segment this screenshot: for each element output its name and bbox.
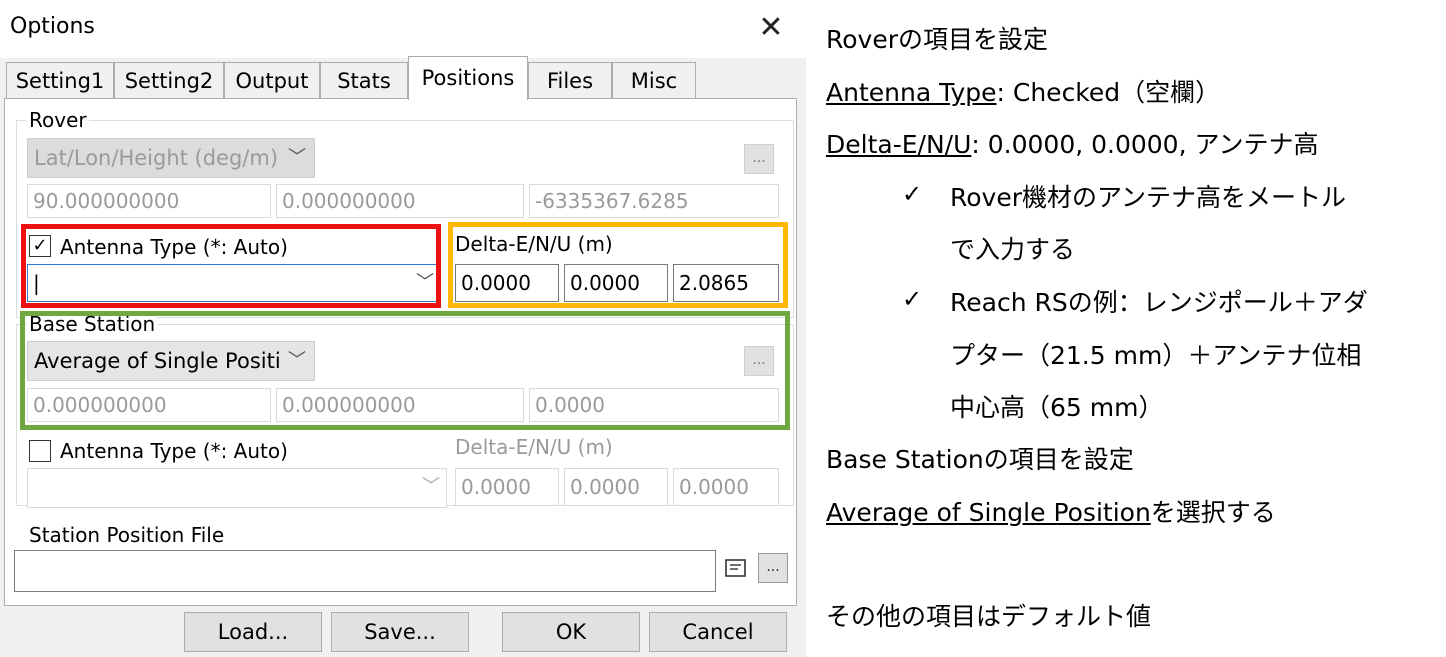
tab-stats[interactable]: Stats — [320, 62, 408, 98]
note-average-value: を選択する — [1150, 498, 1276, 527]
note-bullet1-line2: で入力する — [950, 235, 1076, 264]
note-rover: Roverの項目を設定 — [826, 25, 1048, 54]
ok-button[interactable]: OK — [502, 612, 640, 652]
rover-format-select[interactable]: Lat/Lon/Height (deg/m) ﹀ — [27, 138, 315, 178]
tab-positions[interactable]: Positions — [408, 56, 528, 100]
base-station-highlight — [20, 311, 790, 430]
rover-lon-field[interactable]: 0.000000000 — [276, 184, 524, 218]
note-average-term: Average of Single Position — [826, 498, 1151, 527]
note-bullet1-line1: Rover機材のアンテナ高をメートル — [950, 183, 1346, 212]
note-antenna-type: Antenna Type: Checked（空欄） — [826, 73, 1220, 109]
note-bullet2-line2: プター（21.5 mm）＋アンテナ位相 — [950, 341, 1362, 370]
station-file-label: Station Position File — [29, 523, 225, 547]
rover-antenna-highlight — [21, 224, 441, 308]
tab-files[interactable]: Files — [528, 62, 612, 98]
tab-misc[interactable]: Misc — [612, 62, 696, 98]
note-delta-term: Delta-E/N/U — [826, 130, 972, 159]
station-file-input[interactable] — [14, 550, 716, 592]
close-icon[interactable]: ✕ — [750, 8, 792, 48]
check-icon: ✓ — [902, 285, 923, 313]
load-button[interactable]: Load... — [184, 612, 322, 652]
note-bullet2-line1: Reach RSの例：レンジポール＋アダ — [950, 288, 1368, 317]
note-bullet2-line3: 中心高（65 mm） — [950, 393, 1164, 422]
chevron-down-icon: ﹀ — [288, 147, 306, 168]
note-antenna-type-value: : Checked（空欄） — [996, 78, 1221, 107]
rover-delta-highlight — [448, 222, 788, 308]
note-average: Average of Single Positionを選択する — [826, 493, 1276, 529]
note-delta: Delta-E/N/U: 0.0000, 0.0000, アンテナ高 — [826, 125, 1318, 161]
rover-position-browse-button[interactable]: ... — [744, 144, 774, 174]
note-antenna-type-term: Antenna Type — [826, 78, 997, 107]
cancel-button[interactable]: Cancel — [649, 612, 787, 652]
rover-lat-field[interactable]: 90.000000000 — [27, 184, 271, 218]
check-icon: ✓ — [902, 180, 923, 208]
view-file-icon[interactable] — [724, 558, 748, 580]
tab-output[interactable]: Output — [224, 62, 320, 98]
rover-height-field[interactable]: -6335367.6285 — [529, 184, 779, 218]
dialog-title: Options — [10, 14, 95, 39]
base-antenna-type-select[interactable]: ﹀ — [27, 468, 447, 508]
chevron-down-icon: ﹀ — [422, 476, 440, 497]
save-button[interactable]: Save... — [331, 612, 469, 652]
options-dialog: Options ✕ Setting1 Setting2 Output Stats… — [0, 0, 806, 657]
note-base-station: Base Stationの項目を設定 — [826, 445, 1134, 474]
base-delta-label: Delta-E/N/U (m) — [455, 435, 613, 459]
rover-group-label: Rover — [27, 108, 89, 132]
note-delta-value: : 0.0000, 0.0000, アンテナ高 — [971, 130, 1319, 159]
base-delta-u-field[interactable]: 0.0000 — [673, 468, 779, 506]
base-antenna-label: Antenna Type (*: Auto) — [60, 439, 288, 463]
base-antenna-checkbox[interactable] — [29, 440, 51, 462]
station-file-browse-button[interactable]: ... — [758, 553, 788, 583]
note-defaults: その他の項目はデフォルト値 — [826, 602, 1152, 631]
base-delta-n-field[interactable]: 0.0000 — [564, 468, 668, 506]
title-bar: Options ✕ — [0, 0, 806, 58]
base-delta-e-field[interactable]: 0.0000 — [455, 468, 559, 506]
tab-setting1[interactable]: Setting1 — [6, 62, 114, 98]
rover-format-value: Lat/Lon/Height (deg/m) — [34, 146, 279, 170]
tab-setting2[interactable]: Setting2 — [114, 62, 224, 98]
